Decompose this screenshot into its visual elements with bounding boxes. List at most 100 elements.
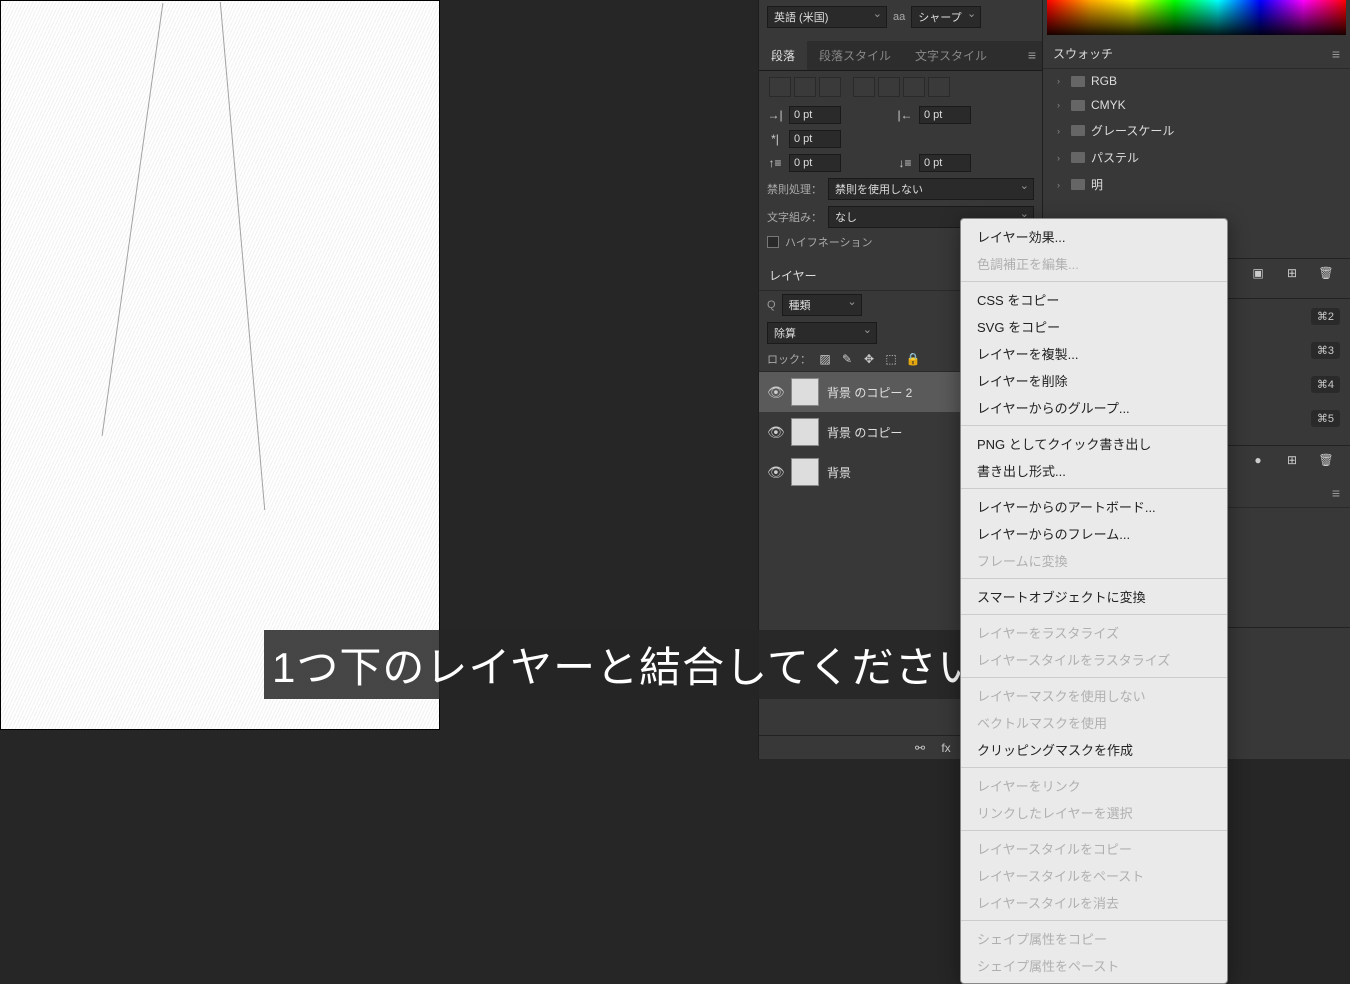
context-menu-separator <box>961 425 1227 426</box>
context-menu-item: ベクトルマスクを使用 <box>961 709 1227 736</box>
context-menu-item[interactable]: レイヤーからのアートボード... <box>961 493 1227 520</box>
shortcut-badge: ⌘4 <box>1311 376 1340 393</box>
context-menu-item: シェイプ属性をペースト <box>961 952 1227 979</box>
context-menu-item[interactable]: 書き出し形式... <box>961 457 1227 484</box>
folder-icon <box>1071 152 1085 163</box>
folder-icon <box>1071 179 1085 190</box>
context-menu-separator <box>961 677 1227 678</box>
swatch-folder-row[interactable]: › パステル <box>1043 144 1350 171</box>
trash-icon[interactable]: 🗑 <box>1318 265 1334 281</box>
hyphenation-checkbox[interactable] <box>767 236 779 248</box>
context-menu-item: レイヤースタイルを消去 <box>961 889 1227 916</box>
swatch-folder-row[interactable]: ›グレースケール <box>1043 117 1350 144</box>
record-icon[interactable]: ● <box>1250 452 1266 468</box>
language-dropdown[interactable]: 英語 (米国) <box>767 6 887 28</box>
context-menu-item[interactable]: レイヤーからのグループ... <box>961 394 1227 421</box>
swatches-title: スウォッチ <box>1053 45 1113 62</box>
kinsoku-dropdown[interactable]: 禁則を使用しない <box>828 178 1034 200</box>
tab-paragraph[interactable]: 段落 <box>759 41 807 70</box>
swatch-folder-row[interactable]: ›明 <box>1043 171 1350 198</box>
kinsoku-label: 禁則処理： <box>767 181 822 197</box>
layer-thumbnail[interactable] <box>791 418 819 446</box>
context-menu-item[interactable]: SVG をコピー <box>961 313 1227 340</box>
visibility-eye-icon[interactable]: 👁 <box>767 384 783 401</box>
indent-right-icon: |← <box>897 107 913 123</box>
panel-menu-icon[interactable]: ≡ <box>1022 41 1042 70</box>
context-menu-item: レイヤーをリンク <box>961 772 1227 799</box>
context-menu-item: フレームに変換 <box>961 547 1227 574</box>
context-menu-item: シェイプ属性をコピー <box>961 925 1227 952</box>
layer-filter-dropdown[interactable]: 種類 <box>782 294 862 316</box>
new-action-icon[interactable]: ⊞ <box>1284 452 1300 468</box>
link-layers-icon[interactable]: ⚯ <box>912 740 928 756</box>
chevron-right-icon: › <box>1057 76 1065 86</box>
tab-paragraph-style[interactable]: 段落スタイル <box>807 41 903 70</box>
align-right-button[interactable] <box>819 77 841 97</box>
context-menu-item[interactable]: レイヤーを削除 <box>961 367 1227 394</box>
swatch-folder-row[interactable]: ›RGB <box>1043 69 1350 93</box>
indent-left-icon: →| <box>767 107 783 123</box>
document-canvas[interactable] <box>0 0 440 730</box>
lock-brush-icon[interactable]: ✎ <box>839 351 855 367</box>
trash-icon[interactable]: 🗑 <box>1318 452 1334 468</box>
panel-menu-icon[interactable]: ≡ <box>1332 485 1340 501</box>
space-before-field[interactable]: 0 pt <box>789 154 841 172</box>
context-menu-item: レイヤースタイルをコピー <box>961 835 1227 862</box>
context-menu-item: リンクしたレイヤーを選択 <box>961 799 1227 826</box>
subtitle-caption: 1つ下のレイヤーと結合してください <box>264 630 989 699</box>
context-menu-item[interactable]: スマートオブジェクトに変換 <box>961 583 1227 610</box>
justify-right-button[interactable] <box>903 77 925 97</box>
mojikumi-label: 文字組み： <box>767 209 822 225</box>
space-after-field[interactable]: 0 pt <box>919 154 971 172</box>
layer-thumbnail[interactable] <box>791 458 819 486</box>
folder-icon <box>1071 100 1085 111</box>
paragraph-tabs: 段落 段落スタイル 文字スタイル ≡ <box>759 41 1042 71</box>
new-swatch-icon[interactable]: ⊞ <box>1284 265 1300 281</box>
layer-name-label: 背景 のコピー 2 <box>827 384 912 401</box>
context-menu-item[interactable]: レイヤーを複製... <box>961 340 1227 367</box>
context-menu-separator <box>961 767 1227 768</box>
layer-fx-icon[interactable]: fx <box>938 740 954 756</box>
swatch-folder-row[interactable]: › CMYK <box>1043 93 1350 117</box>
layers-panel-title: レイヤー <box>769 267 817 284</box>
chevron-right-icon: › <box>1057 153 1065 163</box>
color-spectrum[interactable] <box>1047 0 1346 35</box>
swatch-folder-label: グレースケール <box>1091 122 1174 139</box>
blend-mode-dropdown[interactable]: 除算 <box>767 322 877 344</box>
context-menu-item[interactable]: PNG としてクイック書き出し <box>961 430 1227 457</box>
lock-all-icon[interactable]: 🔒 <box>905 351 921 367</box>
shortcut-badge: ⌘3 <box>1311 342 1340 359</box>
swatches-menu-icon[interactable]: ≡ <box>1332 46 1340 62</box>
canvas-area <box>0 0 444 740</box>
context-menu-item: レイヤースタイルをラスタライズ <box>961 646 1227 673</box>
swatch-folder-label: 明 <box>1091 176 1103 193</box>
shortcut-badge: ⌘2 <box>1311 308 1340 325</box>
justify-left-button[interactable] <box>853 77 875 97</box>
antialias-dropdown[interactable]: シャープ <box>911 6 981 28</box>
context-menu-item[interactable]: レイヤーからのフレーム... <box>961 520 1227 547</box>
chevron-right-icon: › <box>1057 180 1065 190</box>
indent-right-field[interactable]: 0 pt <box>919 106 971 124</box>
swatch-folder-label: パステル <box>1091 149 1139 166</box>
context-menu-item[interactable]: CSS をコピー <box>961 286 1227 313</box>
visibility-eye-icon[interactable]: 👁 <box>767 424 783 441</box>
tab-character-style[interactable]: 文字スタイル <box>903 41 999 70</box>
chevron-right-icon: › <box>1057 100 1065 110</box>
indent-left-field[interactable]: 0 pt <box>789 106 841 124</box>
layer-context-menu[interactable]: レイヤー効果...色調補正を編集...CSS をコピーSVG をコピーレイヤーを… <box>960 218 1228 984</box>
swatch-folder-label: CMYK <box>1091 98 1126 112</box>
first-line-indent-field[interactable]: 0 pt <box>789 130 841 148</box>
visibility-eye-icon[interactable]: 👁 <box>767 464 783 481</box>
justify-center-button[interactable] <box>878 77 900 97</box>
folder-icon[interactable]: ▣ <box>1250 265 1266 281</box>
context-menu-separator <box>961 281 1227 282</box>
layer-thumbnail[interactable] <box>791 378 819 406</box>
align-left-button[interactable] <box>769 77 791 97</box>
justify-all-button[interactable] <box>928 77 950 97</box>
context-menu-item[interactable]: レイヤー効果... <box>961 223 1227 250</box>
lock-artboard-icon[interactable]: ⬚ <box>883 351 899 367</box>
lock-pixels-icon[interactable]: ▨ <box>817 351 833 367</box>
align-center-button[interactable] <box>794 77 816 97</box>
context-menu-item: レイヤースタイルをペースト <box>961 862 1227 889</box>
lock-move-icon[interactable]: ✥ <box>861 351 877 367</box>
